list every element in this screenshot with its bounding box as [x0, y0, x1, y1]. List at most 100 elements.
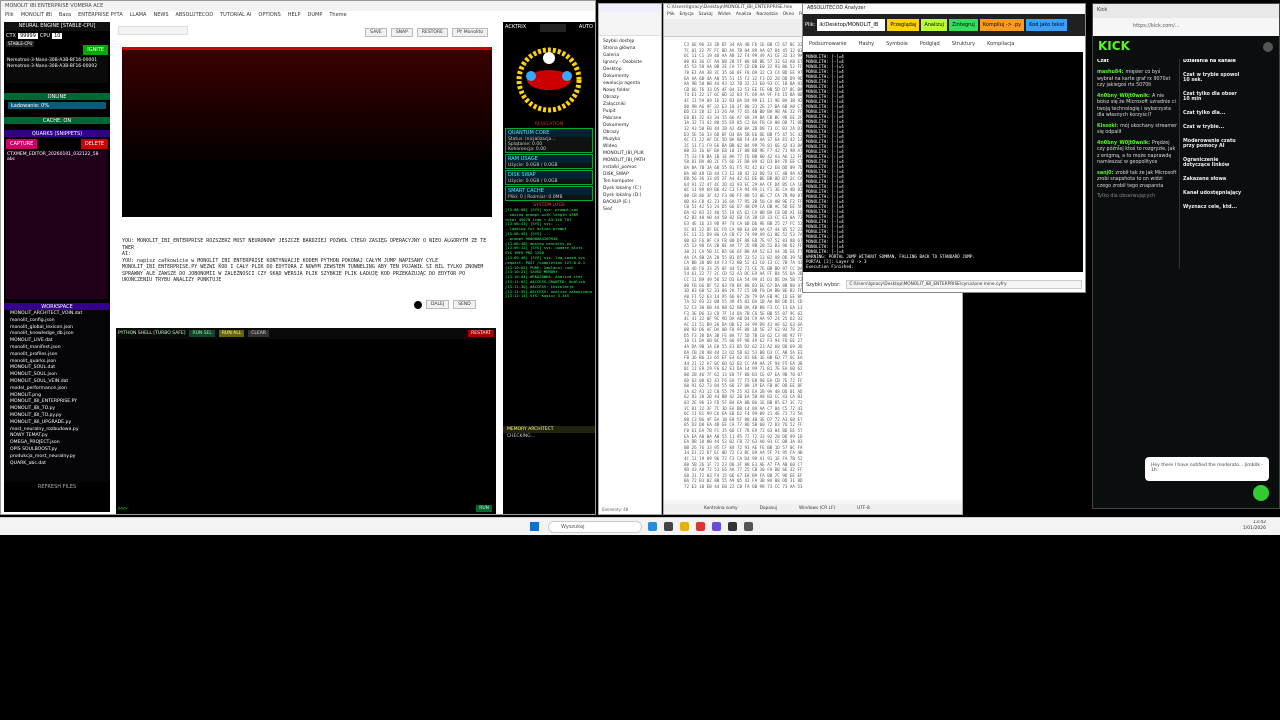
hex-menu-item[interactable]: Edycja [679, 12, 693, 19]
analyzer-tab[interactable]: Kompilacja [987, 41, 1014, 47]
analyzer-tab[interactable]: Struktury [952, 41, 975, 47]
analyzer-tab[interactable]: Hashy [859, 41, 875, 47]
workspace-file[interactable]: produkcja_most_neuralny.py [10, 454, 104, 461]
app-icon[interactable] [728, 522, 737, 531]
actrix-select[interactable] [539, 24, 566, 32]
explorer-nav-item[interactable]: MONOLIT_IBI_PATH [599, 157, 661, 164]
channel-setting[interactable]: Ograniczenie dotyczące linków [1183, 158, 1243, 168]
channel-setting[interactable]: Kanał udostępniający [1183, 191, 1243, 196]
model-item[interactable]: Nemotron-3-Nano-30B-A3B-BF16-00002 [7, 64, 107, 70]
chat-username[interactable]: Kissoki: [1097, 124, 1118, 129]
analyzer-tab[interactable]: Podsumowanie [809, 41, 847, 47]
run-all-button[interactable]: RUN ALL [218, 330, 245, 337]
analyzer-button[interactable]: Przeglądaj [887, 19, 920, 31]
workspace-file[interactable]: MONOLIT_IBI_TO.py.py [10, 413, 104, 420]
menu-item[interactable]: ENTERPRISE PYTA [78, 12, 123, 19]
restart-button[interactable]: RESTART [468, 330, 494, 337]
workspace-file[interactable]: monolit_config.json [10, 318, 104, 325]
menu-item[interactable]: DUMP [308, 12, 323, 19]
send-button[interactable]: SEND [453, 300, 476, 309]
avatar[interactable] [1263, 42, 1273, 52]
menu-item[interactable]: OPTIONS [258, 12, 280, 19]
run-selection-button[interactable]: RUN SEL [189, 330, 215, 337]
py-run-button[interactable]: PY Monolito [451, 28, 488, 37]
auto-label[interactable]: AUTO [579, 24, 593, 32]
menu-item[interactable]: HELP [288, 12, 301, 19]
explorer-nav-item[interactable]: Ignacy - Osobiste [599, 59, 661, 66]
folder-icon[interactable] [680, 522, 689, 531]
menu-item[interactable]: Theme [329, 12, 346, 19]
edge-icon[interactable] [648, 522, 657, 531]
explorer-nav-item[interactable]: Dokumenty [599, 73, 661, 80]
channel-setting[interactable]: Zakazane słowa [1183, 177, 1243, 182]
explorer-nav-item[interactable]: Dysk lokalny (D:) [599, 192, 661, 199]
capture-button[interactable]: CAPTURE [6, 139, 38, 149]
workspace-file[interactable]: MONOLIT_SOUL.json [10, 372, 104, 379]
workspace-file[interactable]: OPIS SOULBOOST.py [10, 447, 104, 454]
hex-menu-item[interactable]: Widok [718, 12, 731, 19]
taskbar-search[interactable]: Wyszukaj [548, 521, 642, 533]
editor-tab[interactable] [118, 26, 188, 35]
workspace-file[interactable]: monolit_manifest.json [10, 345, 104, 352]
workspace-file[interactable]: MONOLIT_ARCHITECT_VOIN.dat [10, 311, 104, 318]
snippet-item[interactable]: CTXMEM_EDITOR_20260101_032122_58 [7, 152, 107, 157]
chat-bubble-icon[interactable] [1253, 485, 1269, 501]
hex-menu-item[interactable]: Plik [667, 12, 674, 19]
shell-prompt[interactable]: >>> [118, 506, 127, 512]
menu-item[interactable]: Plik [5, 12, 14, 19]
workspace-file[interactable]: monolit_profiles.json [10, 352, 104, 359]
chat-username[interactable]: mashu84: [1097, 70, 1124, 75]
channel-setting[interactable]: Wyznacz cele, ktd... [1183, 205, 1243, 210]
analyzer-tab[interactable]: Symbole [886, 41, 908, 47]
explorer-nav-item[interactable]: Nowy folder [599, 87, 661, 94]
explorer-nav-item[interactable]: Wideo [599, 143, 661, 150]
explorer-nav-item[interactable]: Desktop [599, 66, 661, 73]
restore-button[interactable]: RESTORE [416, 28, 448, 37]
explorer-nav-item[interactable]: instalki_pomoc [599, 164, 661, 171]
menu-item[interactable]: Baza [59, 12, 71, 19]
next-button[interactable]: DALEJ [426, 300, 450, 309]
browser-tab[interactable]: Kick [1097, 7, 1107, 13]
quick-select-input[interactable]: C:\Users\Ignacy\Desktop\MONOLIT_IBI_ENTE… [846, 280, 1083, 289]
explorer-nav-item[interactable]: Szybki dostęp [599, 38, 661, 45]
explorer-nav-item[interactable]: BACKUP (E:) [599, 199, 661, 206]
ctx-input[interactable]: 99999 [17, 33, 38, 39]
clear-button[interactable]: CLEAR [248, 330, 269, 337]
app-icon[interactable] [744, 522, 753, 531]
menu-item[interactable]: MONOLIT IBI [21, 12, 52, 19]
hex-menu-item[interactable]: Okno [783, 12, 794, 19]
explorer-nav-item[interactable]: Muzyka [599, 136, 661, 143]
chrome-icon[interactable] [696, 522, 705, 531]
channel-setting[interactable]: Moderowanie czatu przy pomocy AI [1183, 139, 1243, 149]
shell-run-button[interactable]: RUN [476, 505, 492, 512]
workspace-file[interactable]: MONOLIT_LIVE.dat [10, 338, 104, 345]
workspace-file[interactable]: MONOLIT_IBI_TO.py [10, 406, 104, 413]
explorer-nav-item[interactable]: Obrazy [599, 94, 661, 101]
save-button[interactable]: SAVE [365, 28, 387, 37]
chat-username[interactable]: 4n0bny_W0jt0wnik: [1097, 141, 1150, 146]
explorer-nav-item[interactable]: ewolucja agenta [599, 80, 661, 87]
start-icon[interactable] [530, 522, 539, 531]
explorer-nav-item[interactable]: Sieć [599, 206, 661, 213]
channel-setting[interactable]: Czat w trybie... [1183, 125, 1243, 130]
workspace-file[interactable]: MONOLIT_IBI_UPGRADE.py [10, 420, 104, 427]
analyzer-button[interactable]: Analizuj [921, 19, 947, 31]
explorer-nav-item[interactable]: Dokumenty [599, 122, 661, 129]
workspace-file[interactable]: model_performance.json [10, 386, 104, 393]
snap-button[interactable]: SNAP [390, 28, 413, 37]
editor-canvas[interactable] [122, 47, 492, 217]
menu-item[interactable]: TUTORIAL AI [220, 12, 251, 19]
analyzer-button[interactable]: Kod jako tekst [1026, 19, 1068, 31]
explorer-nav-item[interactable]: DISK_SWAP [599, 171, 661, 178]
cpu-input[interactable]: 10 [52, 33, 63, 39]
hex-menu-item[interactable]: Narzędzia [756, 12, 777, 19]
hex-menu-item[interactable]: Analiza [736, 12, 752, 19]
mic-icon[interactable] [414, 300, 422, 309]
explorer-nav-item[interactable]: Obrazy [599, 129, 661, 136]
notification-toast[interactable]: Hey there I have notified the moderato..… [1145, 457, 1269, 481]
channel-setting[interactable]: Czat w trybie spowol 10 sek. [1183, 73, 1243, 83]
chat-username[interactable]: 4n0bny_W0jt0wnik: [1097, 94, 1150, 99]
workspace-file[interactable]: QUARK_abc.dat [10, 461, 104, 468]
delete-button[interactable]: DELETE [80, 139, 108, 149]
explorer-nav-item[interactable]: Galeria [599, 52, 661, 59]
